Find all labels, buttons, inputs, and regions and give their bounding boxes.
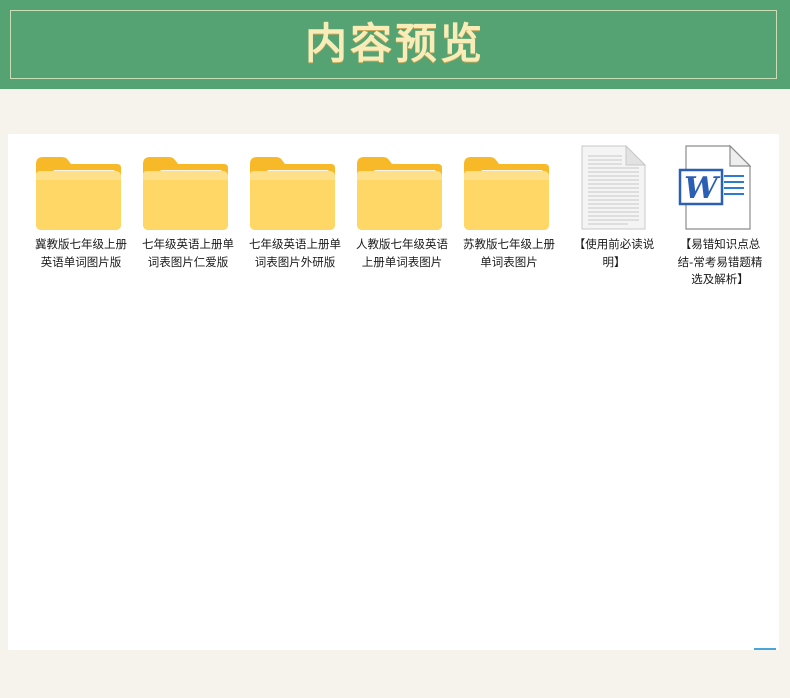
file-item-folder-5[interactable]: 苏教版七年级上册单词表图片 xyxy=(463,144,555,271)
text-document-icon xyxy=(568,144,660,230)
folder-icon xyxy=(35,144,127,230)
file-name: 【易错知识点总结-常考易错题精选及解析】 xyxy=(677,237,763,286)
folder-icon xyxy=(249,144,341,230)
file-name: 人教版七年级英语上册单词表图片 xyxy=(356,237,448,269)
file-name: 七年级英语上册单词表图片仁爱版 xyxy=(142,237,234,269)
folder-icon xyxy=(463,144,555,230)
file-item-folder-3[interactable]: 七年级英语上册单词表图片外研版 xyxy=(249,144,341,271)
file-grid-panel: 冀教版七年级上册英语单词图片版 七年级英语上册单词表图片仁爱版 七年级英语上册单… xyxy=(8,134,779,650)
folder-icon xyxy=(142,144,234,230)
file-item-readme[interactable]: 【使用前必读说明】 xyxy=(568,144,660,271)
file-item-folder-4[interactable]: 人教版七年级英语上册单词表图片 xyxy=(356,144,448,271)
word-document-icon: W xyxy=(674,144,766,230)
file-name: 苏教版七年级上册单词表图片 xyxy=(463,237,555,269)
svg-text:W: W xyxy=(684,171,721,206)
file-name: 【使用前必读说明】 xyxy=(573,237,655,269)
header-banner: 内容预览 xyxy=(0,0,790,89)
page-title: 内容预览 xyxy=(304,19,485,68)
file-name: 七年级英语上册单词表图片外研版 xyxy=(249,237,341,269)
folder-icon xyxy=(356,144,448,230)
file-item-word-doc[interactable]: W 【易错知识点总结-常考易错题精选及解析】 xyxy=(674,144,766,289)
file-item-folder-2[interactable]: 七年级英语上册单词表图片仁爱版 xyxy=(142,144,234,271)
corner-accent xyxy=(754,648,776,650)
file-name: 冀教版七年级上册英语单词图片版 xyxy=(35,237,127,269)
file-item-folder-1[interactable]: 冀教版七年级上册英语单词图片版 xyxy=(35,144,127,271)
